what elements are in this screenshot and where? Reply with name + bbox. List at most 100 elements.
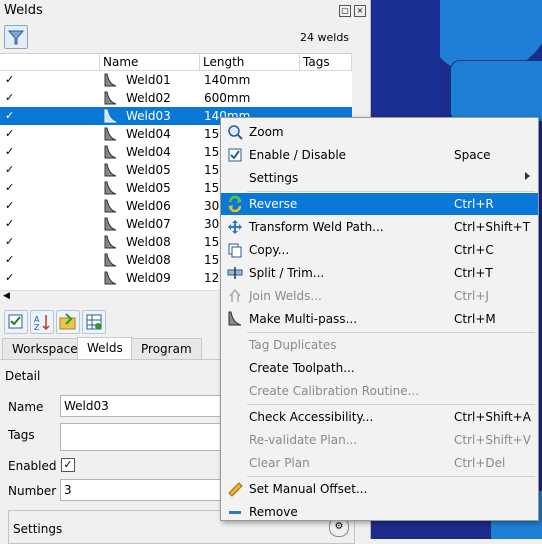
weld-name: Weld06 xyxy=(126,199,171,213)
menu-item-settings[interactable]: Settings xyxy=(221,167,538,189)
multipass-icon xyxy=(228,311,242,326)
menu-item-check-accessibility[interactable]: Check Accessibility... Ctrl+Shift+A xyxy=(221,406,538,428)
menu-item-zoom[interactable]: Zoom xyxy=(221,121,538,143)
weld-length: 140mm xyxy=(204,73,251,87)
tab-workspace[interactable]: Workspace xyxy=(2,338,88,360)
row-checkbox[interactable]: ✓ xyxy=(5,128,17,140)
row-checkbox[interactable]: ✓ xyxy=(5,182,17,194)
submenu-arrow-icon xyxy=(525,172,530,180)
sort-button[interactable]: AZ xyxy=(30,310,54,334)
filter-icon xyxy=(7,30,25,45)
menu-item-remove[interactable]: Remove xyxy=(221,501,538,523)
header-name[interactable]: Name xyxy=(100,54,200,70)
header-length[interactable]: Length xyxy=(200,54,300,70)
import-button[interactable] xyxy=(56,310,80,334)
menu-item-label: Make Multi-pass... xyxy=(249,312,358,326)
panel-title: Welds xyxy=(4,3,43,18)
menu-item-shortcut: Ctrl+M xyxy=(454,312,496,326)
row-checkbox[interactable]: ✓ xyxy=(5,236,17,248)
filter-button[interactable] xyxy=(4,25,28,49)
grid-icon xyxy=(86,314,102,330)
menu-item-label: Clear Plan xyxy=(249,456,310,470)
menu-item-label: Settings xyxy=(249,171,299,185)
weld-icon xyxy=(104,163,117,177)
menu-item-label: Split / Trim... xyxy=(249,266,325,280)
menu-item-label: Transform Weld Path... xyxy=(249,220,384,234)
panel-titlebar: Welds ▢ × xyxy=(0,0,370,22)
number-label: Number xyxy=(8,484,57,498)
weld-icon xyxy=(104,127,117,141)
row-checkbox[interactable]: ✓ xyxy=(5,146,17,158)
menu-item-join-welds: Join Welds... Ctrl+J xyxy=(221,285,538,307)
menu-item-shortcut: Ctrl+Del xyxy=(454,456,506,470)
enabled-label: Enabled xyxy=(8,459,57,473)
weld-icon xyxy=(104,253,117,267)
menu-item-create-toolpath[interactable]: Create Toolpath... xyxy=(221,357,538,379)
row-checkbox[interactable]: ✓ xyxy=(5,164,17,176)
copy-icon xyxy=(228,243,242,258)
float-icon[interactable]: ▢ xyxy=(339,5,351,17)
menu-item-shortcut: Space xyxy=(454,148,491,162)
menu-item-label: Enable / Disable xyxy=(249,148,347,162)
weld-icon xyxy=(104,73,117,87)
row-checkbox[interactable]: ✓ xyxy=(5,74,17,86)
weld-icon xyxy=(104,199,117,213)
menu-item-label: Tag Duplicates xyxy=(249,338,337,352)
part-shape xyxy=(370,0,440,130)
row-checkbox[interactable]: ✓ xyxy=(5,272,17,284)
header-check[interactable] xyxy=(0,54,100,70)
weld-name: Weld04 xyxy=(126,127,171,141)
menu-item-shortcut: Ctrl+Shift+T xyxy=(454,220,531,234)
weld-icon xyxy=(104,91,117,105)
menu-item-shortcut: Ctrl+Shift+A xyxy=(454,410,531,424)
menu-item-split-trim[interactable]: Split / Trim... Ctrl+T xyxy=(221,262,538,284)
menu-item-set-manual-offset[interactable]: Set Manual Offset... xyxy=(221,478,538,500)
menu-item-copy[interactable]: Copy... Ctrl+C xyxy=(221,239,538,261)
menu-item-label: Create Calibration Routine... xyxy=(249,384,420,398)
enabled-checkbox[interactable]: ✓ xyxy=(61,458,75,472)
menu-item-label: Set Manual Offset... xyxy=(249,482,368,496)
weld-name: Weld02 xyxy=(126,91,171,105)
close-icon[interactable]: × xyxy=(354,5,366,17)
row-checkbox[interactable]: ✓ xyxy=(5,218,17,230)
menu-item-shortcut: Ctrl+C xyxy=(454,243,494,257)
check-all-button[interactable] xyxy=(4,310,28,334)
row-checkbox[interactable]: ✓ xyxy=(5,110,17,122)
header-tags[interactable]: Tags xyxy=(300,54,352,70)
reverse-icon xyxy=(228,196,242,212)
menu-item-label: Create Toolpath... xyxy=(249,361,355,375)
tab-program[interactable]: Program xyxy=(131,338,202,360)
table-header: Name Length Tags xyxy=(0,54,352,71)
menu-item-shortcut: Ctrl+J xyxy=(454,289,489,303)
menu-item-make-multi-pass[interactable]: Make Multi-pass... Ctrl+M xyxy=(221,308,538,330)
menu-item-reverse[interactable]: Reverse Ctrl+R xyxy=(221,193,538,215)
grid-button[interactable] xyxy=(82,310,106,334)
weld-name: Weld08 xyxy=(126,235,171,249)
split-icon xyxy=(227,267,243,279)
weld-count: 24 welds xyxy=(300,31,350,44)
menu-separator xyxy=(247,476,535,477)
menu-item-transform-weld-path[interactable]: Transform Weld Path... Ctrl+Shift+T xyxy=(221,216,538,238)
scroll-left-icon[interactable]: ◀ xyxy=(3,291,10,301)
settings-label: Settings xyxy=(13,522,63,536)
weld-name: Weld04 xyxy=(126,145,171,159)
table-row[interactable]: ✓ Weld02 600mm xyxy=(0,89,352,107)
weld-name: Weld07 xyxy=(126,217,171,231)
menu-item-label: Reverse xyxy=(249,197,298,211)
sort-az-icon: AZ xyxy=(34,315,50,332)
row-checkbox[interactable]: ✓ xyxy=(5,254,17,266)
ruler-icon xyxy=(228,482,243,497)
weld-name: Weld05 xyxy=(126,163,171,177)
name-label: Name xyxy=(8,400,44,414)
row-checkbox[interactable]: ✓ xyxy=(5,92,17,104)
weld-name: Weld09 xyxy=(126,271,171,285)
row-checkbox[interactable]: ✓ xyxy=(5,200,17,212)
weld-name: Weld03 xyxy=(126,109,171,123)
menu-item-label: Zoom xyxy=(249,125,284,139)
table-row[interactable]: ✓ Weld01 140mm xyxy=(0,71,352,89)
menu-separator xyxy=(247,404,535,405)
tab-welds[interactable]: Welds xyxy=(77,337,133,361)
menu-item-shortcut: Ctrl+R xyxy=(454,197,494,211)
menu-item-clear-plan: Clear Plan Ctrl+Del xyxy=(221,452,538,474)
menu-item-enable-disable[interactable]: Enable / Disable Space xyxy=(221,144,538,166)
